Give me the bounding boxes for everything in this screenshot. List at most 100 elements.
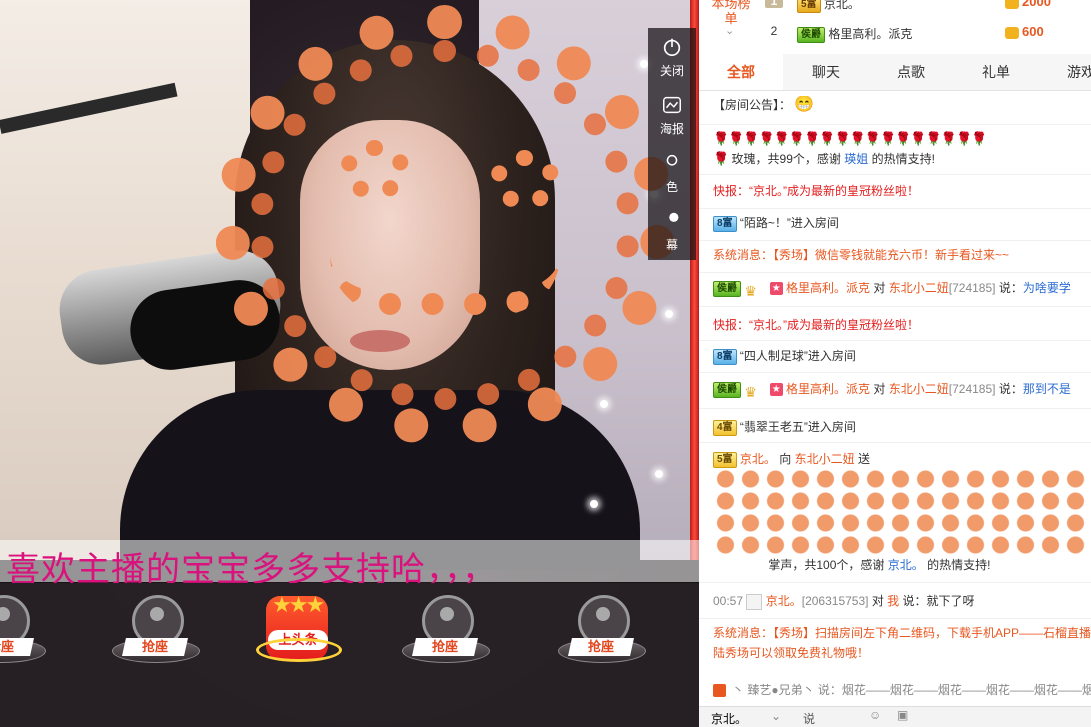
power-icon: [663, 38, 681, 56]
chevron-down-icon[interactable]: ⌄: [725, 24, 734, 37]
horn-icon: [713, 684, 726, 698]
gift-thanks-message: 🌹 玫瑰，共99个，感谢 瑛姐 的热情支持!: [713, 150, 1091, 168]
wealth-level-badge: 8富: [713, 348, 737, 365]
wealth-level-badge: 8富: [713, 215, 737, 232]
poster-label: 海报: [659, 121, 684, 136]
star-icon: ★★★: [272, 592, 325, 617]
chat-target-select[interactable]: 京北。: [711, 710, 747, 727]
divider: [699, 306, 1091, 307]
rank-number: 2: [770, 24, 778, 38]
stage-light: [655, 470, 663, 478]
chat-target[interactable]: 东北小二妞: [889, 382, 949, 396]
rank-user-name: 格里高利。派克: [828, 27, 913, 41]
coin-icon: [1005, 0, 1019, 9]
screen-label: 幕: [665, 237, 678, 252]
rank-board-title[interactable]: 本场榜单: [711, 0, 751, 26]
chat-sender[interactable]: 京北。: [766, 594, 802, 608]
screen-button[interactable]: 幕: [648, 202, 696, 260]
seat-slot[interactable]: 抢座: [550, 591, 650, 681]
seat-grab-label: 抢座: [412, 638, 478, 656]
tab-all[interactable]: 全部: [699, 54, 783, 90]
divider: [699, 174, 1091, 175]
side-panel: 本场榜单 ⌄ 1 5富 京北。 2000 2 侯爵 格里高利。派克 600 全部…: [699, 0, 1091, 727]
seat-grab-label: 抢座: [568, 638, 634, 656]
chat-message: 侯爵 ♛ ★ 格里高利。派克 对 东北小二妞[724185] 说：为啥要学: [713, 279, 1091, 297]
headline-button[interactable]: ★★★ 上头条: [256, 592, 342, 672]
gift-thanks-message: 掌声，共100个，感谢 京北。 的热情支持!: [713, 556, 1091, 574]
crown-icon: ♛: [744, 383, 757, 398]
seat-bar: 抢座 抢座 抢座 抢座: [0, 583, 699, 727]
chat-sender[interactable]: 格里高利。派克: [786, 281, 870, 295]
divider: [699, 582, 1091, 583]
seat-slot[interactable]: 抢座: [104, 591, 204, 681]
notice-label: 【房间公告】：: [713, 98, 792, 112]
chat-text: 那到不是: [1022, 382, 1071, 396]
rank-score: 2000: [1005, 0, 1051, 9]
wealth-level-badge: 5富: [713, 451, 737, 468]
chat-tabs: 全部 聊天 点歌 礼单 游戏: [699, 54, 1091, 91]
chat-sender-id: [206315753]: [801, 594, 869, 608]
rose-gift-strip: 🌹🌹🌹🌹🌹🌹🌹🌹🌹🌹🌹🌹🌹🌹🌹🌹🌹🌹: [713, 131, 987, 146]
gift-target-link[interactable]: 东北小二妞: [795, 452, 855, 466]
avatar: [746, 593, 763, 610]
stage-light: [640, 60, 648, 68]
noble-level-badge: 侯爵: [797, 26, 825, 43]
chat-target-id: [724185]: [948, 281, 996, 295]
chat-to-word: 对: [871, 594, 884, 608]
rank-row[interactable]: 2 侯爵 格里高利。派克 600: [761, 24, 1091, 46]
gift-effect-ring-inner: [250, 40, 640, 410]
gift-thanks-suffix: 的热情支持!: [927, 558, 991, 572]
image-icon[interactable]: ▣: [897, 708, 908, 722]
chat-text: 为啥要学: [1022, 281, 1071, 295]
seat-grab-label: 抢座: [0, 638, 34, 656]
seat-grab-label: 抢座: [122, 638, 188, 656]
enter-room-text: “翡翠王老五”进入房间: [739, 420, 856, 434]
divider: [699, 618, 1091, 619]
rank-board: 本场榜单 ⌄ 1 5富 京北。 2000 2 侯爵 格里高利。派克 600: [699, 0, 1091, 55]
enter-room-text: “陌路~！”进入房间: [739, 216, 839, 230]
chat-target[interactable]: 东北小二妞: [889, 281, 949, 295]
enter-room-message: 8富 “四人制足球”进入房间: [713, 347, 1091, 365]
stage-light: [590, 500, 598, 508]
noble-level-badge: 侯爵: [713, 280, 741, 297]
chat-text: 就下了呀: [926, 594, 975, 608]
divider: [699, 442, 1091, 443]
gift-sender-link[interactable]: 京北。: [888, 558, 924, 572]
chevron-down-icon[interactable]: ⌄: [771, 709, 781, 723]
screen-icon: [669, 212, 679, 222]
color-label: 色: [665, 179, 678, 194]
gift-sender-link[interactable]: 京北。: [740, 452, 776, 466]
chat-sender[interactable]: 格里高利。派克: [786, 382, 870, 396]
private-message: 00:57 京北。[206315753] 对 我 说：就下了呀: [713, 592, 1091, 610]
stage-light: [600, 400, 608, 408]
tab-games[interactable]: 游戏: [1039, 54, 1091, 90]
tab-gifts[interactable]: 礼单: [954, 54, 1038, 90]
stage-light: [665, 310, 673, 318]
rank-row[interactable]: 1 5富 京北。 2000: [761, 0, 1091, 16]
color-icon: [666, 154, 678, 166]
poster-button[interactable]: 海报: [648, 86, 696, 144]
tab-songs[interactable]: 点歌: [869, 54, 953, 90]
gift-to-word: 向: [779, 452, 792, 466]
chat-say-word: 说：: [998, 281, 1023, 295]
emoji-icon[interactable]: ☺: [869, 708, 881, 722]
grin-emoji-icon: 😁: [794, 96, 815, 113]
gift-effect-eye: [340, 140, 410, 200]
chat-target-id: [724185]: [948, 382, 996, 396]
rank-score: 600: [1005, 24, 1044, 39]
color-button[interactable]: 色: [648, 144, 696, 202]
gift-effect-eye: [490, 150, 560, 210]
crown-icon: ♛: [744, 282, 757, 297]
gift-effect-mouth: [330, 255, 560, 315]
gift-sender-link[interactable]: 瑛姐: [844, 152, 868, 166]
seat-slot[interactable]: 抢座: [0, 591, 50, 681]
say-label: 说: [803, 712, 816, 726]
tab-chat[interactable]: 聊天: [784, 54, 868, 90]
divider: [699, 208, 1091, 209]
gift-thanks-suffix: 的热情支持!: [871, 152, 935, 166]
seat-slot[interactable]: 抢座: [394, 591, 494, 681]
close-video-button[interactable]: 关闭: [648, 28, 696, 86]
headline-ring: [256, 638, 342, 662]
chat-target: 我: [887, 594, 900, 608]
scrolling-caption: 喜欢主播的宝宝多多支持哈，，，: [0, 540, 699, 589]
